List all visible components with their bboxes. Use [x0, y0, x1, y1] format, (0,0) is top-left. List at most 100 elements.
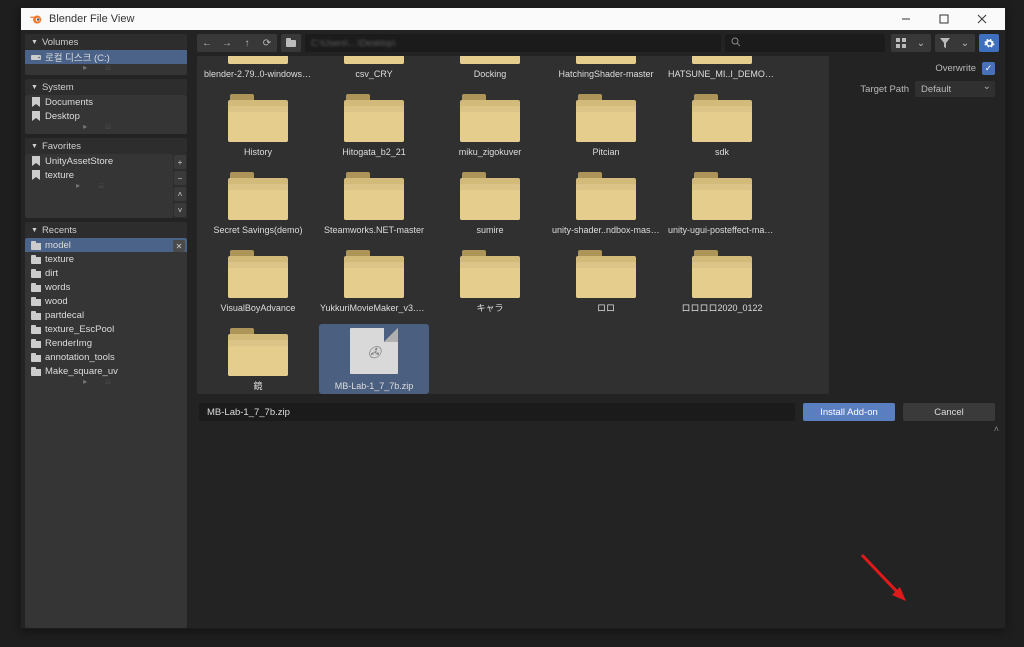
chevron-up-icon[interactable]: ˄ [994, 424, 999, 434]
folder-item[interactable]: sumire [435, 168, 545, 238]
install-addon-button[interactable]: Install Add-on [803, 403, 895, 421]
overwrite-label: Overwrite [935, 63, 976, 74]
sidebar-item[interactable]: dirt [25, 266, 187, 280]
folder-item[interactable]: HatchingShader-master [551, 56, 661, 82]
nav-forward-button[interactable]: → [217, 34, 237, 52]
sidebar-item[interactable]: Documents [25, 95, 187, 109]
folder-icon [690, 248, 754, 298]
sidebar-item[interactable]: texture [25, 252, 187, 266]
sidebar-item[interactable]: RenderImg [25, 336, 187, 350]
file-view-window: Blender File View ▼Volumes 로컬 디스크 (C:)▸፧… [20, 7, 1006, 629]
sidebar-item-label: UnityAssetStore [45, 156, 113, 167]
sidebar-item-label: words [45, 282, 70, 293]
folder-icon [458, 248, 522, 298]
folder-item[interactable]: ロロ [551, 246, 661, 316]
sidebar-item[interactable]: wood [25, 294, 187, 308]
item-label: History [204, 146, 312, 158]
item-label: Pitcian [552, 146, 660, 158]
cancel-button[interactable]: Cancel [903, 403, 995, 421]
filename-input[interactable]: MB-Lab-1_7_7b.zip [199, 403, 795, 421]
favorites-add-button[interactable]: + [174, 155, 186, 169]
status-line: ˄ [191, 424, 1005, 438]
favorites-scroll-down[interactable]: ˅ [174, 203, 186, 217]
folder-item[interactable]: unity-ugui-posteffect-master [667, 168, 777, 238]
panel-grip[interactable]: ▸፧፧፧ [25, 378, 187, 385]
item-label: キャラ [436, 302, 544, 314]
folder-item[interactable]: History [203, 90, 313, 160]
sidebar-item[interactable]: annotation_tools [25, 350, 187, 364]
recents-clear-button[interactable]: ✕ [173, 240, 185, 252]
minimize-button[interactable] [887, 8, 925, 30]
folder-icon [342, 248, 406, 298]
sidebar-item-label: RenderImg [45, 338, 92, 349]
folder-icon [31, 296, 41, 306]
view-dropdown-button[interactable]: ⌄ [911, 34, 931, 52]
nav-back-button[interactable]: ← [197, 34, 217, 52]
settings-button[interactable] [979, 34, 999, 52]
folder-icon [342, 92, 406, 142]
close-button[interactable] [963, 8, 1001, 30]
panel-head-recents[interactable]: ▼Recents [25, 222, 187, 238]
path-input[interactable]: C:\Users\…\Desktop\ [305, 34, 721, 52]
overwrite-checkbox[interactable]: ✓ [982, 62, 995, 75]
toolbar-right: ⌄ ⌄ [891, 30, 1005, 56]
folder-item[interactable]: HATSUNE_MI..I_DEMO_Win [667, 56, 777, 82]
item-label: MB-Lab-1_7_7b.zip [320, 380, 428, 392]
new-folder-button[interactable] [281, 34, 301, 52]
filter-button[interactable] [935, 34, 955, 52]
folder-icon [458, 92, 522, 142]
folder-item[interactable]: ロロロロ2020_0122 [667, 246, 777, 316]
option-overwrite: Overwrite ✓ [843, 62, 995, 75]
item-label: miku_zigokuver [436, 146, 544, 158]
item-label: ロロロロ2020_0122 [668, 302, 776, 314]
panel-title: Recents [42, 225, 77, 236]
favorites-scroll-up[interactable]: ˄ [174, 187, 186, 201]
folder-item[interactable]: Steamworks.NET-master [319, 168, 429, 238]
sidebar-item[interactable]: UnityAssetStore [25, 154, 173, 168]
sidebar-item-label: Make_square_uv [45, 366, 118, 377]
targetpath-select[interactable]: Default [915, 81, 995, 97]
folder-icon [342, 56, 406, 64]
blender-logo-icon [29, 12, 43, 26]
panel-grip[interactable]: ▸፧፧፧ [25, 64, 187, 71]
panel-grip[interactable]: ▸፧፧፧ [25, 123, 187, 130]
folder-item[interactable]: miku_zigokuver [435, 90, 545, 160]
drive-icon [31, 52, 41, 62]
maximize-button[interactable] [925, 8, 963, 30]
panel-head-system[interactable]: ▼System [25, 79, 187, 95]
folder-item[interactable]: Docking [435, 56, 545, 82]
sidebar-item-label: model [45, 240, 71, 251]
file-grid: blender-2.79..0-windows64csv_CRYDockingH… [203, 62, 823, 394]
folder-item[interactable]: unity-shader..ndbox-master [551, 168, 661, 238]
nav-refresh-button[interactable]: ⟳ [257, 34, 277, 52]
folder-icon [31, 310, 41, 320]
sidebar-item[interactable]: texture_EscPool [25, 322, 187, 336]
sidebar-item[interactable]: model [25, 238, 187, 252]
sidebar-item[interactable]: partdecal [25, 308, 187, 322]
sidebar-item-label: dirt [45, 268, 58, 279]
panel-head-favorites[interactable]: ▼Favorites [25, 138, 187, 154]
folder-icon [31, 240, 41, 250]
folder-item[interactable]: sdk [667, 90, 777, 160]
view-thumbnails-button[interactable] [891, 34, 911, 52]
folder-item[interactable]: 鏡 [203, 324, 313, 394]
panel-volumes: ▼Volumes 로컬 디스크 (C:)▸፧፧፧ [25, 34, 187, 75]
favorites-remove-button[interactable]: − [174, 171, 186, 185]
folder-item[interactable]: YukkuriMovieMaker_v3.4.… [319, 246, 429, 316]
folder-item[interactable]: キャラ [435, 246, 545, 316]
folder-item[interactable]: VisualBoyAdvance [203, 246, 313, 316]
path-text: C:\Users\…\Desktop\ [311, 38, 396, 48]
file-item[interactable]: ✇MB-Lab-1_7_7b.zip [319, 324, 429, 394]
bookmark-icon [31, 111, 41, 121]
nav-up-button[interactable]: ↑ [237, 34, 257, 52]
folder-item[interactable]: Secret Savings(demo) [203, 168, 313, 238]
filter-dropdown-button[interactable]: ⌄ [955, 34, 975, 52]
folder-item[interactable]: Pitcian [551, 90, 661, 160]
panel-grip[interactable]: ▸፧፧፧ [25, 182, 173, 189]
sidebar-item[interactable]: words [25, 280, 187, 294]
folder-item[interactable]: Hitogata_b2_21 [319, 90, 429, 160]
folder-item[interactable]: blender-2.79..0-windows64 [203, 56, 313, 82]
search-input[interactable] [725, 34, 885, 52]
folder-item[interactable]: csv_CRY [319, 56, 429, 82]
panel-head-volumes[interactable]: ▼Volumes [25, 34, 187, 50]
